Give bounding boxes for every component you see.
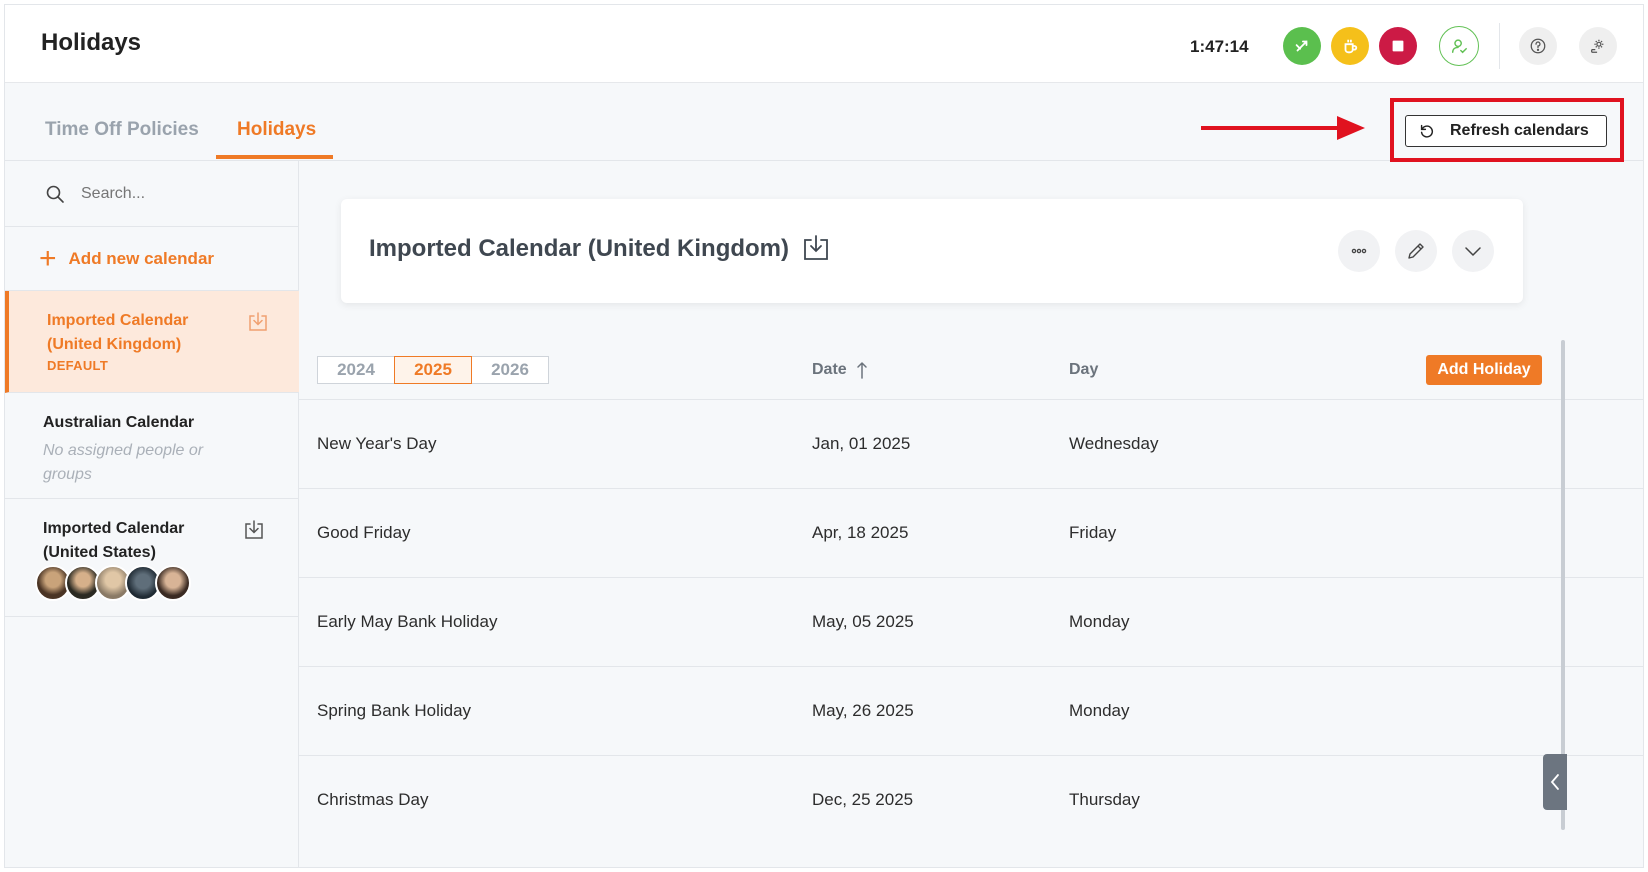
stop-icon (1392, 40, 1404, 52)
holiday-day: Friday (1069, 523, 1117, 542)
holiday-date: Jan, 01 2025 (812, 434, 911, 453)
avatar (155, 565, 191, 601)
holidays-table: New Year's Day Jan, 01 2025 Wednesday Go… (299, 399, 1643, 844)
top-bar: Holidays 1:47:14 (5, 5, 1643, 83)
calendar-name: Australian Calendar (43, 414, 195, 431)
app-frame: Holidays 1:47:14 Time Off Policies Holid… (4, 4, 1644, 868)
holiday-name: Christmas Day (317, 790, 429, 809)
calendar-item-australia[interactable]: Australian Calendar No assigned people o… (5, 393, 299, 499)
holiday-day: Monday (1069, 701, 1130, 720)
day-column-header: Day (1069, 361, 1099, 378)
sort-ascending-icon (856, 361, 867, 379)
timer-display: 1:47:14 (1190, 37, 1249, 56)
calendar-item-us[interactable]: Imported Calendar (United States) (5, 499, 299, 617)
holiday-date: Apr, 18 2025 (812, 523, 909, 542)
collapse-button[interactable] (1452, 230, 1494, 272)
chevron-left-icon (1550, 774, 1559, 790)
question-circle-icon (1530, 38, 1546, 54)
active-tab-indicator (216, 155, 333, 159)
date-column-header[interactable]: Date (812, 361, 869, 379)
table-row[interactable]: Spring Bank Holiday May, 26 2025 Monday (299, 666, 1643, 755)
coffee-cup-icon (1344, 39, 1358, 54)
user-status-button[interactable] (1439, 26, 1479, 66)
holiday-day: Thursday (1069, 790, 1140, 809)
table-row[interactable]: Good Friday Apr, 18 2025 Friday (299, 488, 1643, 577)
calendar-assignment-note: No assigned people or groups (43, 442, 204, 483)
switch-arrows-icon (1295, 40, 1308, 52)
page-title: Holidays (41, 29, 142, 56)
search-bar (5, 161, 299, 227)
calendar-name: Imported Calendar (United Kingdom) (47, 312, 189, 353)
holiday-date: May, 26 2025 (812, 701, 914, 720)
ellipsis-icon (1351, 248, 1367, 254)
pencil-icon (1408, 243, 1424, 259)
tab-holidays[interactable]: Holidays (237, 119, 316, 141)
calendar-name: Imported Calendar (United States) (43, 520, 185, 561)
annotation-arrow (1201, 116, 1365, 140)
user-check-icon (1451, 39, 1467, 54)
holiday-name: New Year's Day (317, 434, 437, 453)
header-divider (1499, 23, 1500, 69)
table-row[interactable]: Early May Bank Holiday May, 05 2025 Mond… (299, 577, 1643, 666)
date-column-label: Date (812, 361, 847, 378)
calendar-item-uk[interactable]: Imported Calendar (United Kingdom) DEFAU… (5, 291, 299, 393)
year-selector: 2024 2025 2026 (317, 356, 549, 384)
year-tab-2024[interactable]: 2024 (317, 356, 395, 384)
holiday-date: May, 05 2025 (812, 612, 914, 631)
calendar-title: Imported Calendar (United Kingdom) (369, 235, 789, 262)
stop-timer-button[interactable] (1379, 27, 1417, 65)
tab-time-off-policies[interactable]: Time Off Policies (45, 119, 199, 141)
edit-calendar-button[interactable] (1395, 230, 1437, 272)
break-button[interactable] (1331, 27, 1369, 65)
holiday-day: Wednesday (1069, 434, 1159, 453)
search-input[interactable] (81, 184, 281, 203)
help-button[interactable] (1519, 27, 1557, 65)
add-new-calendar-button[interactable]: + Add new calendar (5, 227, 299, 291)
switch-task-button[interactable] (1283, 27, 1321, 65)
holiday-date: Dec, 25 2025 (812, 790, 914, 809)
imported-calendar-icon (245, 520, 263, 539)
add-holiday-button[interactable]: Add Holiday (1426, 355, 1542, 385)
chevron-down-icon (1465, 247, 1481, 257)
more-options-button[interactable] (1338, 230, 1380, 272)
holiday-name: Early May Bank Holiday (317, 612, 498, 631)
calendar-sidebar: + Add new calendar Imported Calendar (Un… (5, 161, 299, 867)
refresh-icon (1420, 124, 1433, 138)
assigned-people-avatars (35, 565, 191, 601)
year-tab-2026[interactable]: 2026 (471, 356, 549, 384)
imported-calendar-icon (249, 312, 267, 331)
refresh-calendars-label: Refresh calendars (1450, 122, 1589, 139)
search-icon (46, 185, 64, 203)
holiday-name: Good Friday (317, 523, 411, 542)
year-tab-2025[interactable]: 2025 (394, 356, 472, 384)
holiday-name: Spring Bank Holiday (317, 701, 472, 720)
holiday-main-panel: Imported Calendar (United Kingdom) 2024 … (299, 161, 1643, 867)
gear-icon (1591, 39, 1604, 53)
imported-calendar-icon (804, 235, 828, 260)
holiday-day: Monday (1069, 612, 1130, 631)
plus-icon: + (39, 241, 57, 275)
add-new-calendar-label: Add new calendar (68, 248, 215, 268)
table-row[interactable]: Christmas Day Dec, 25 2025 Thursday (299, 755, 1643, 844)
default-badge: DEFAULT (47, 358, 109, 373)
side-panel-toggle[interactable] (1543, 754, 1567, 810)
refresh-calendars-button[interactable]: Refresh calendars (1405, 115, 1607, 147)
calendar-header-card: Imported Calendar (United Kingdom) (341, 199, 1523, 303)
table-row[interactable]: New Year's Day Jan, 01 2025 Wednesday (299, 399, 1643, 488)
settings-button[interactable] (1579, 27, 1617, 65)
